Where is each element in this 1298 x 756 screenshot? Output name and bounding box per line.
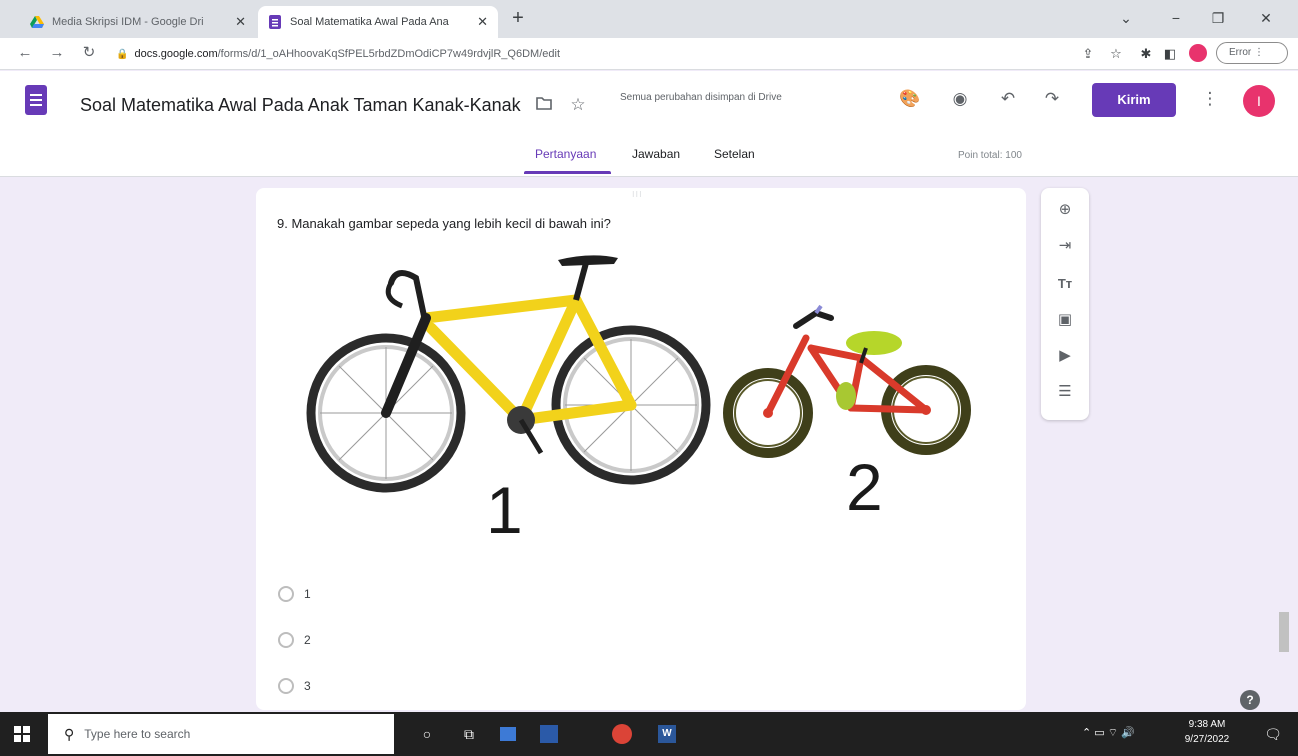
clock-time: 9:38 AM bbox=[1188, 719, 1226, 730]
preview-eye-icon[interactable]: ◉ bbox=[946, 85, 974, 113]
radio-button[interactable] bbox=[278, 586, 294, 602]
taskbar-clock[interactable]: 9:38 AM 9/27/2022 bbox=[1180, 717, 1234, 747]
forward-icon[interactable]: → bbox=[46, 42, 68, 64]
tab-setelan[interactable]: Setelan bbox=[714, 147, 755, 161]
extensions-icon[interactable]: ✱ bbox=[1136, 44, 1156, 64]
palette-icon[interactable]: 🎨 bbox=[896, 85, 924, 113]
option-1[interactable]: 1 bbox=[278, 586, 311, 602]
restore-button[interactable]: ❐ bbox=[1198, 6, 1238, 30]
save-status: Semua perubahan disimpan di Drive bbox=[620, 92, 782, 103]
share-icon[interactable]: ⇪ bbox=[1078, 44, 1098, 64]
notifications-icon[interactable]: 🗨 bbox=[1262, 723, 1284, 745]
import-questions-icon[interactable]: ⇥ bbox=[1051, 232, 1079, 260]
clock-date: 9/27/2022 bbox=[1184, 734, 1230, 745]
back-icon[interactable]: ← bbox=[14, 42, 36, 64]
bike-label-1: 1 bbox=[486, 473, 523, 547]
side-panel-icon[interactable]: ◧ bbox=[1160, 44, 1180, 64]
system-tray-icons[interactable]: ⌃ ▭ ⌔ 🔊 bbox=[1082, 726, 1135, 740]
close-tab-icon[interactable]: ✕ bbox=[477, 14, 488, 30]
radio-button[interactable] bbox=[278, 678, 294, 694]
add-section-icon[interactable]: ☰ bbox=[1051, 378, 1079, 406]
close-window-button[interactable]: ✕ bbox=[1246, 6, 1286, 30]
profile-avatar[interactable] bbox=[1189, 44, 1207, 62]
folder-icon[interactable] bbox=[530, 91, 558, 119]
help-icon[interactable]: ? bbox=[1240, 690, 1260, 710]
forms-header: Soal Matematika Awal Pada Anak Taman Kan… bbox=[0, 71, 1298, 177]
tab-jawaban[interactable]: Jawaban bbox=[632, 147, 680, 161]
redo-icon[interactable]: ↷ bbox=[1038, 85, 1066, 113]
send-button[interactable]: Kirim bbox=[1092, 83, 1176, 117]
more-options-icon[interactable]: ⋮ bbox=[1196, 85, 1224, 113]
tab-pertanyaan[interactable]: Pertanyaan bbox=[535, 147, 596, 161]
add-title-icon[interactable]: Tт bbox=[1051, 270, 1079, 298]
radio-button[interactable] bbox=[278, 632, 294, 648]
bike-label-2: 2 bbox=[846, 450, 883, 524]
add-video-icon[interactable]: ▶ bbox=[1051, 342, 1079, 370]
task-view-icon[interactable]: ⧉ bbox=[458, 723, 480, 745]
question-side-toolbar: ⊕ ⇥ Tт ▣ ▶ ☰ bbox=[1041, 188, 1089, 420]
url-path: /forms/d/1_oAHhoovaKqSfPEL5rbdZDmOdiCP7w… bbox=[217, 48, 560, 60]
address-bar[interactable]: 🔒 docs.google.com /forms/d/1_oAHhoovaKqS… bbox=[110, 41, 1174, 67]
folder-svg bbox=[536, 97, 552, 110]
option-2[interactable]: 2 bbox=[278, 632, 311, 648]
file-explorer-icon[interactable] bbox=[500, 727, 516, 741]
cortana-icon[interactable]: ○ bbox=[416, 723, 438, 745]
option-3[interactable]: 3 bbox=[278, 678, 311, 694]
error-label: Error bbox=[1229, 47, 1252, 58]
option-label: 1 bbox=[304, 587, 311, 601]
tab-soal-matematika[interactable]: Soal Matematika Awal Pada Ana ✕ bbox=[258, 6, 498, 38]
close-tab-icon[interactable]: ✕ bbox=[235, 14, 246, 30]
option-label: 2 bbox=[304, 633, 311, 647]
option-label: 3 bbox=[304, 679, 311, 693]
avatar[interactable]: I bbox=[1243, 85, 1275, 117]
new-tab-button[interactable]: + bbox=[506, 7, 530, 31]
search-placeholder: Type here to search bbox=[84, 727, 191, 741]
tab-media-skripsi[interactable]: Media Skripsi IDM - Google Dri ✕ bbox=[20, 6, 256, 38]
small-bicycle-image: 2 bbox=[723, 304, 971, 524]
question-image: 1 2 bbox=[306, 255, 971, 547]
large-bicycle-image: 1 bbox=[306, 255, 711, 547]
lock-icon: 🔒 bbox=[116, 48, 129, 60]
windows-taskbar: ⚲ Type here to search ○ ⧉ W ⌃ ▭ ⌔ 🔊 9:38… bbox=[0, 712, 1298, 756]
browser-toolbar: ← → ↻ 🔒 docs.google.com /forms/d/1_oAHho… bbox=[0, 38, 1298, 70]
form-title[interactable]: Soal Matematika Awal Pada Anak Taman Kan… bbox=[80, 95, 521, 116]
reload-icon[interactable]: ↻ bbox=[78, 42, 100, 64]
add-image-icon[interactable]: ▣ bbox=[1051, 306, 1079, 334]
search-icon: ⚲ bbox=[64, 725, 75, 742]
chrome-icon[interactable] bbox=[612, 724, 632, 744]
url-host: docs.google.com bbox=[134, 48, 218, 60]
undo-icon[interactable]: ↶ bbox=[994, 85, 1022, 113]
star-icon[interactable]: ☆ bbox=[564, 91, 592, 119]
add-question-icon[interactable]: ⊕ bbox=[1051, 196, 1079, 224]
minimize-button[interactable]: − bbox=[1156, 6, 1196, 30]
photos-app-icon[interactable] bbox=[540, 725, 558, 743]
google-forms-icon bbox=[269, 15, 281, 29]
tab-title: Soal Matematika Awal Pada Ana bbox=[290, 16, 449, 28]
question-title[interactable]: 9. Manakah gambar sepeda yang lebih keci… bbox=[277, 216, 611, 231]
google-drive-icon bbox=[30, 16, 44, 28]
scrollbar-thumb[interactable] bbox=[1279, 612, 1289, 652]
tab-search-icon[interactable]: ⌄ bbox=[1106, 6, 1146, 30]
error-button[interactable]: Error ⋮ bbox=[1216, 42, 1288, 64]
taskbar-search[interactable]: ⚲ Type here to search bbox=[48, 714, 394, 754]
points-total: Poin total: 100 bbox=[958, 150, 1022, 161]
tab-title: Media Skripsi IDM - Google Dri bbox=[52, 16, 204, 28]
google-forms-logo[interactable] bbox=[25, 85, 47, 115]
bookmark-star-icon[interactable]: ☆ bbox=[1106, 44, 1126, 64]
question-card[interactable]: ⁝⁝⁝ 9. Manakah gambar sepeda yang lebih … bbox=[256, 188, 1026, 710]
word-icon[interactable]: W bbox=[658, 725, 676, 743]
browser-tab-strip: Media Skripsi IDM - Google Dri ✕ Soal Ma… bbox=[0, 0, 1298, 38]
drag-handle-icon[interactable]: ⁝⁝⁝ bbox=[632, 190, 643, 199]
windows-start-icon[interactable] bbox=[14, 726, 30, 742]
active-tab-indicator bbox=[524, 171, 611, 174]
